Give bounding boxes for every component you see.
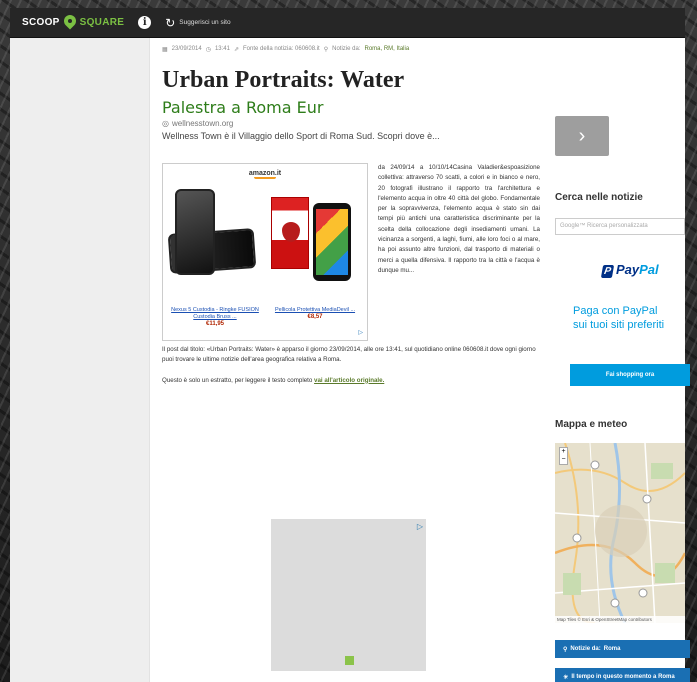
display-ad-placeholder[interactable]: ▷: [271, 519, 426, 671]
next-article-button[interactable]: ›: [555, 116, 609, 156]
brand-square-text: SQUARE: [79, 17, 125, 28]
chevron-right-icon: ›: [578, 124, 586, 147]
paypal-logo: P PayPal: [600, 262, 659, 278]
original-article-link[interactable]: vai all'articolo originale.: [314, 377, 384, 384]
map-widget[interactable]: + − Map Tiles © Esri & OpenStreetMap cont…: [555, 443, 685, 623]
refresh-share-icon: ↻: [165, 15, 176, 30]
map-attribution: Map Tiles © Esri & OpenStreetMap contrib…: [555, 616, 685, 623]
paypal-shop-button[interactable]: Fai shopping ora: [570, 364, 690, 386]
map-tiles[interactable]: [555, 443, 685, 623]
product-image-phone-case[interactable]: [167, 185, 265, 307]
weather-button[interactable]: ☀ Il tempo in questo momento a Roma: [555, 668, 690, 682]
globe-icon: ◎: [162, 119, 169, 128]
search-heading: Cerca nelle notizie: [555, 192, 643, 203]
external-link-icon: ⇗: [233, 47, 239, 53]
scoopsquare-logo[interactable]: SCOOP SQUARE: [22, 15, 124, 31]
article-body: amazon.it Nexus 5 Custodia - Ringke FUSI…: [162, 163, 540, 386]
search-input[interactable]: Google™ Ricerca personalizzata: [555, 218, 685, 235]
suggest-site-label: Suggerisci un sito: [179, 19, 231, 26]
product-2-title-link[interactable]: Pellicola Protettiva MediaDevil ...: [269, 307, 361, 314]
product-caption: Pellicola Protettiva MediaDevil ... €8,5…: [269, 307, 361, 328]
page-title: Urban Portraits: Water: [162, 67, 405, 93]
adchoices-icon[interactable]: ▷: [358, 329, 363, 336]
paypal-p-icon: P: [600, 265, 615, 278]
location-icon: ⚲: [563, 646, 568, 653]
map-heading: Mappa e meteo: [555, 419, 628, 430]
location-icon: ⚲: [323, 47, 329, 53]
product-1-title-link[interactable]: Nexus 5 Custodia - Ringke FUSION Custodi…: [169, 307, 261, 321]
clock-icon: ◷: [205, 47, 211, 53]
read-more-prefix: Questo è solo un estratto, per leggere i…: [162, 376, 313, 384]
read-more-paragraph: Questo è solo un estratto, per leggere i…: [162, 376, 540, 386]
meta-date: 23/09/2014: [171, 46, 202, 52]
left-gutter: [10, 38, 150, 682]
amazon-logo: amazon.it: [248, 170, 282, 179]
brand-scoop-text: SCOOP: [22, 17, 60, 28]
amazon-captions: Nexus 5 Custodia - Ringke FUSION Custodi…: [169, 307, 361, 328]
article-meta: ▦ 23/09/2014 ◷ 13:41 ⇗ Fonte della notiz…: [162, 46, 540, 53]
ad-marker: [345, 656, 354, 665]
product-2-price: €8,57: [307, 314, 323, 320]
adchoices-icon[interactable]: ▷: [417, 522, 423, 531]
paypal-tagline: Paga con PayPal sui tuoi siti preferiti: [573, 305, 665, 331]
news-from-location-button[interactable]: ⚲ Notizie da: Roma: [555, 640, 690, 658]
text-ad-url-label: wellnesstown.org: [171, 119, 234, 128]
page-sheet: ▦ 23/09/2014 ◷ 13:41 ⇗ Fonte della notiz…: [10, 38, 690, 682]
text-ad-url[interactable]: ◎ wellnesstown.org: [162, 119, 540, 128]
meta-location-prefix: Notizie da:: [332, 46, 361, 52]
calendar-icon: ▦: [162, 47, 168, 53]
product-1-price: €11,95: [205, 321, 225, 327]
map-zoom-control[interactable]: + −: [559, 447, 568, 465]
post-info-paragraph: Il post dal titolo: «Urban Portraits: Wa…: [162, 346, 536, 364]
text-ad-description: Wellness Town è il Villaggio dello Sport…: [162, 131, 440, 141]
right-sidebar: › Cerca nelle notizie Google™ Ricerca pe…: [550, 38, 690, 682]
paypal-ad[interactable]: P PayPal Paga con PayPal sui tuoi siti pr…: [570, 248, 690, 398]
amazon-products: [167, 185, 361, 307]
article-column: ▦ 23/09/2014 ◷ 13:41 ⇗ Fonte della notiz…: [150, 38, 550, 682]
weather-button-label: Il tempo in questo momento a Roma: [571, 674, 675, 680]
amazon-ad-widget[interactable]: amazon.it Nexus 5 Custodia - Ringke FUSI…: [162, 163, 368, 341]
map-pin-icon: [63, 15, 77, 31]
info-icon[interactable]: i: [138, 16, 152, 29]
news-from-place: Roma: [603, 646, 621, 652]
text-ad-headline[interactable]: Palestra a Roma Eur: [162, 98, 540, 117]
suggest-site-link[interactable]: ↻ Suggerisci un sito: [165, 16, 230, 30]
product-caption: Nexus 5 Custodia - Ringke FUSION Custodi…: [169, 307, 261, 328]
top-navigation-bar: SCOOP SQUARE i ↻ Suggerisci un sito: [10, 8, 685, 38]
sun-icon: ☀: [563, 674, 569, 681]
news-from-prefix: Notizie da:: [570, 646, 601, 652]
meta-time: 13:41: [214, 46, 230, 52]
meta-source[interactable]: Fonte della notizia: 060608.it: [243, 46, 320, 53]
product-image-screen-protector[interactable]: [265, 185, 361, 307]
meta-location-link[interactable]: Roma, RM, Italia: [365, 46, 410, 53]
